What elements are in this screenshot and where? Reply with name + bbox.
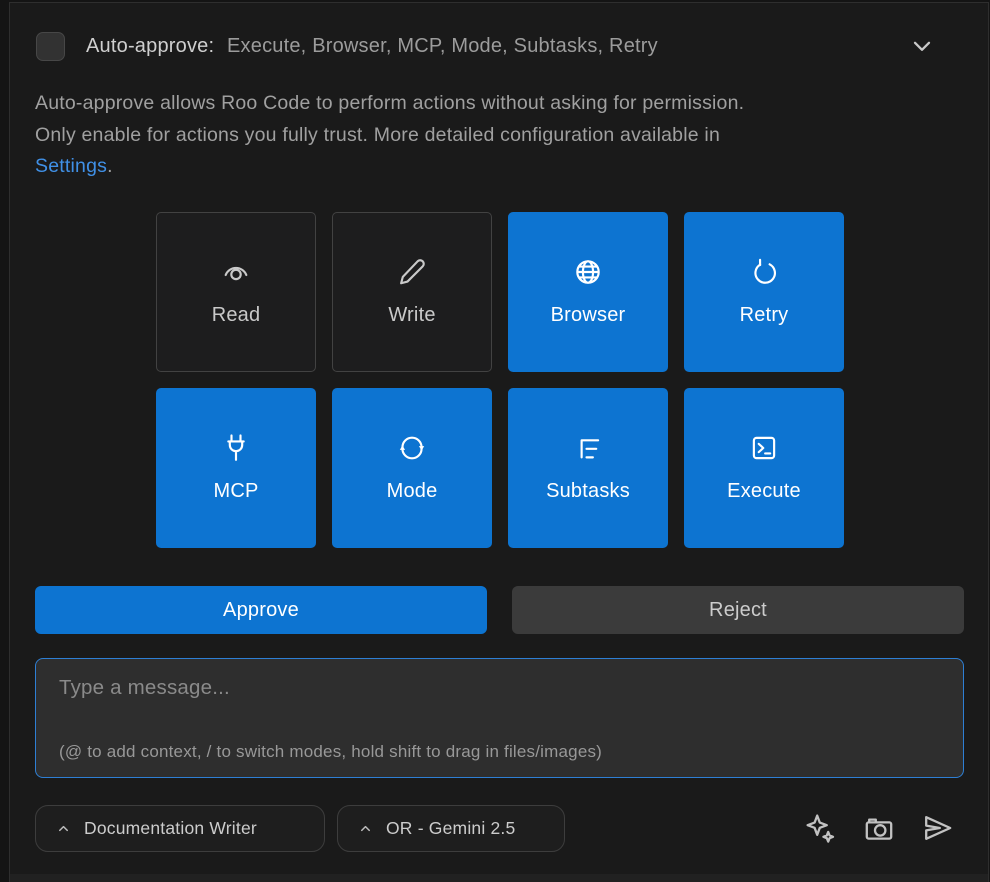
toggle-label: Retry [740,304,789,327]
terminal-icon [749,433,779,463]
camera-icon[interactable] [863,812,895,844]
header-text: Auto-approve: Execute, Browser, MCP, Mod… [86,35,658,58]
eye-icon [221,257,251,287]
settings-link[interactable]: Settings [35,155,107,177]
toggle-label: Write [388,304,435,327]
toggle-mcp[interactable]: MCP [156,388,316,548]
reject-button[interactable]: Reject [512,586,964,634]
toggle-retry[interactable]: Retry [684,212,844,372]
chevron-up-icon [56,821,71,836]
message-input[interactable]: Type a message... (@ to add context, / t… [35,658,964,778]
sparkle-icon[interactable] [804,812,836,844]
description-line1: Auto-approve allows Roo Code to perform … [35,92,744,114]
chevron-up-icon [358,821,373,836]
toggle-browser[interactable]: Browser [508,212,668,372]
chevron-down-icon[interactable] [908,32,936,60]
auto-approve-label: Auto-approve: [86,35,214,57]
bottom-divider [10,874,988,882]
toggle-label: MCP [213,480,258,503]
auto-approve-panel: Auto-approve: Execute, Browser, MCP, Mod… [0,0,990,882]
mode-selector[interactable]: Documentation Writer [35,805,325,852]
toggle-label: Mode [387,480,438,503]
auto-approve-checkbox[interactable] [36,32,65,61]
send-icon[interactable] [921,812,953,844]
toggle-write[interactable]: Write [332,212,492,372]
message-placeholder: Type a message... [59,676,230,700]
approve-button[interactable]: Approve [35,586,487,634]
mode-selector-label: Documentation Writer [84,818,257,839]
toggle-label: Browser [551,304,626,327]
refresh-icon [749,257,779,287]
model-selector-label: OR - Gemini 2.5 [386,818,515,839]
auto-approve-header: Auto-approve: Execute, Browser, MCP, Mod… [36,30,962,62]
plug-icon [221,433,251,463]
globe-icon [573,257,603,287]
toggle-label: Read [212,304,261,327]
toggle-read[interactable]: Read [156,212,316,372]
toggle-execute[interactable]: Execute [684,388,844,548]
pencil-icon [397,257,427,287]
toggle-mode[interactable]: Mode [332,388,492,548]
auto-approve-toggle-grid: Read Write Browser Retry MCP [156,212,844,548]
list-tree-icon [573,433,603,463]
model-selector[interactable]: OR - Gemini 2.5 [337,805,565,852]
toggle-subtasks[interactable]: Subtasks [508,388,668,548]
sync-icon [397,433,427,463]
message-hint: (@ to add context, / to switch modes, ho… [59,742,602,762]
auto-approve-summary: Execute, Browser, MCP, Mode, Subtasks, R… [227,35,658,57]
toggle-label: Subtasks [546,480,630,503]
description-line2: Only enable for actions you fully trust.… [35,124,720,146]
toggle-label: Execute [727,480,801,503]
link-suffix: . [107,155,113,177]
auto-approve-description: Auto-approve allows Roo Code to perform … [35,88,955,183]
